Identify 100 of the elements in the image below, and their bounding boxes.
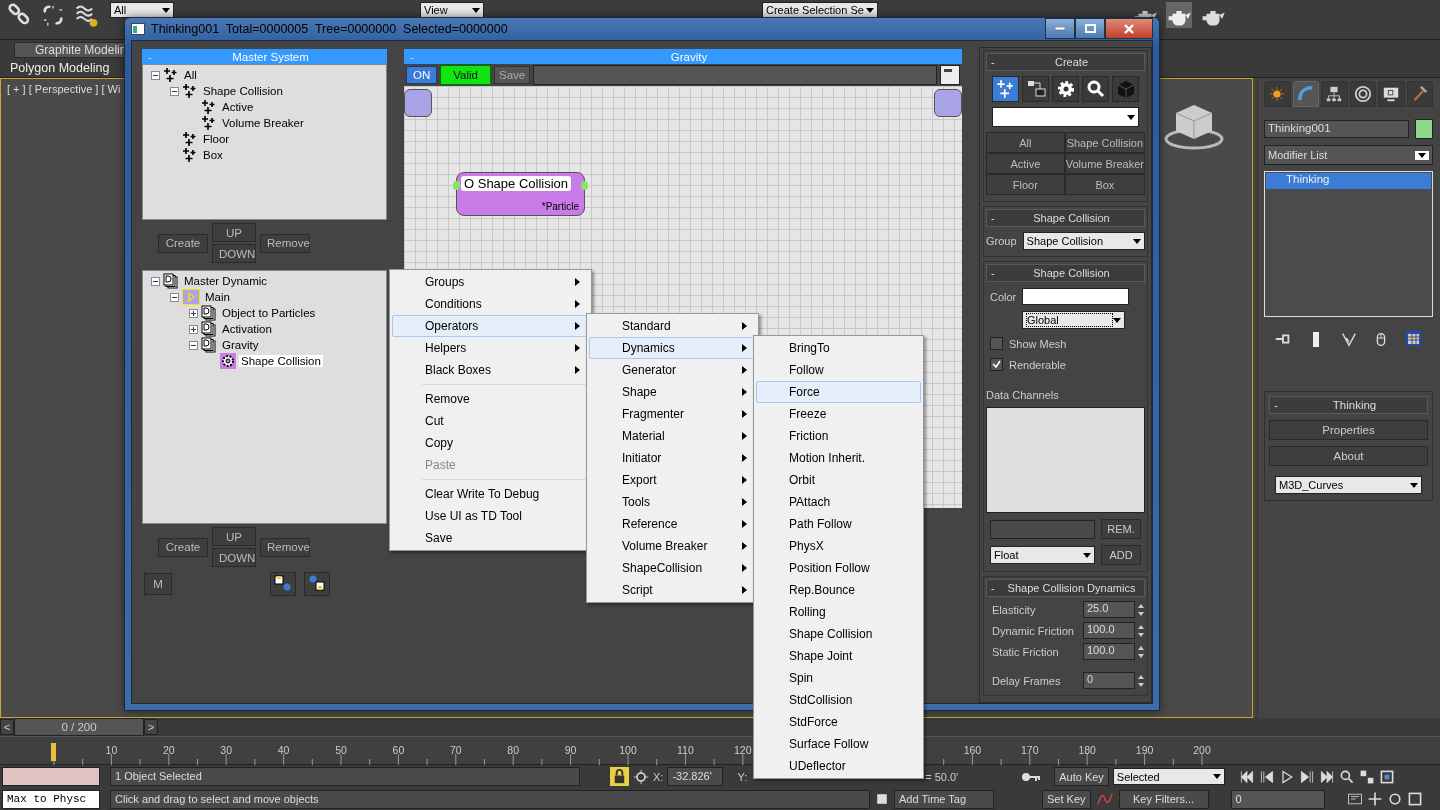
menu-item[interactable]: Friction xyxy=(756,425,921,447)
remove-button[interactable]: Remove xyxy=(260,537,310,557)
tree-item[interactable]: Master Dynamic xyxy=(182,275,270,287)
output-connector[interactable] xyxy=(934,89,962,117)
menu-item[interactable]: Generator xyxy=(589,359,756,381)
rollout-header[interactable]: - Shape Collision xyxy=(986,209,1145,227)
create-button[interactable]: Create xyxy=(158,537,208,557)
m-button[interactable]: M xyxy=(144,573,172,595)
menu-item[interactable]: Follow xyxy=(756,359,921,381)
collapse-toggle[interactable] xyxy=(189,340,198,350)
add-time-tag-button[interactable]: Add Time Tag xyxy=(894,789,994,809)
minimize-button[interactable] xyxy=(1045,18,1075,39)
next-frame-button[interactable]: > xyxy=(144,719,158,735)
filter-button[interactable]: All xyxy=(986,132,1065,153)
key-mode-dropdown[interactable]: Selected xyxy=(1112,768,1225,785)
window-mini-icon[interactable] xyxy=(940,65,960,85)
next-key-icon[interactable] xyxy=(1298,768,1315,785)
collapse-toggle[interactable] xyxy=(170,86,179,96)
previous-frame-button[interactable]: < xyxy=(0,719,14,735)
menu-item[interactable]: PhysX xyxy=(756,535,921,557)
listener-field[interactable] xyxy=(2,767,100,786)
tree-item[interactable]: Volume Breaker xyxy=(220,117,306,129)
tree-item[interactable]: Activation xyxy=(220,323,274,335)
tool-button[interactable] xyxy=(992,76,1019,102)
export-button[interactable] xyxy=(270,572,296,596)
go-to-start-icon[interactable] xyxy=(1238,768,1255,785)
menu-item[interactable]: StdCollision xyxy=(756,689,921,711)
zoom-extents-icon[interactable] xyxy=(1378,768,1395,785)
import-button[interactable] xyxy=(304,572,330,596)
menu-item[interactable]: Volume Breaker xyxy=(589,535,756,557)
collapse-toggle[interactable] xyxy=(151,70,160,80)
previous-key-icon[interactable] xyxy=(1258,768,1275,785)
set-key-button[interactable]: Set Key xyxy=(1042,789,1091,809)
rollout-header[interactable]: - Thinking xyxy=(1269,396,1428,414)
maximize-icon[interactable] xyxy=(1406,791,1423,807)
expand-toggle[interactable] xyxy=(189,324,198,334)
reference-coordinate-dropdown[interactable]: View xyxy=(420,2,484,18)
teapot-icon[interactable] xyxy=(1166,2,1192,28)
table-icon[interactable] xyxy=(1404,329,1424,349)
time-slider-thumb[interactable] xyxy=(51,743,56,761)
checkbox[interactable] xyxy=(990,337,1003,350)
input-connector[interactable] xyxy=(404,89,432,117)
menu-item[interactable]: Shape Collision xyxy=(756,623,921,645)
channel-name-field[interactable] xyxy=(990,519,1095,539)
up-button[interactable]: UP xyxy=(212,527,256,546)
script-listener-field[interactable]: Max to Physc xyxy=(2,789,100,809)
curves-dropdown[interactable]: M3D_Curves xyxy=(1275,476,1422,494)
tree-item[interactable]: Active xyxy=(220,101,256,113)
menu-item[interactable]: Standard xyxy=(589,315,756,337)
tree-item[interactable]: Object to Particles xyxy=(220,307,318,319)
spinner-field[interactable]: 100.0 xyxy=(1083,622,1135,639)
menu-item[interactable]: Motion Inherit. xyxy=(756,447,921,469)
filter-button[interactable]: Volume Breaker xyxy=(1064,153,1145,174)
expression-field[interactable] xyxy=(533,65,937,85)
modifier-item[interactable]: Thinking xyxy=(1266,173,1431,189)
create-button[interactable]: Create xyxy=(158,233,208,253)
filter-button[interactable]: Active xyxy=(986,153,1065,174)
rollout-button[interactable]: Properties xyxy=(1269,420,1428,440)
spinner-field[interactable]: 25.0 xyxy=(1083,601,1135,618)
rollout-button[interactable]: About xyxy=(1269,446,1428,466)
menu-item[interactable]: Rep.Bounce xyxy=(756,579,921,601)
tool-button[interactable] xyxy=(1052,76,1079,102)
menu-item[interactable]: Orbit xyxy=(756,469,921,491)
on-button[interactable]: ON xyxy=(406,66,438,84)
down-button[interactable]: DOWN xyxy=(212,548,256,567)
lock-icon[interactable] xyxy=(610,767,629,786)
zoom-icon[interactable] xyxy=(1338,768,1355,785)
menu-item[interactable]: BringTo xyxy=(756,337,921,359)
viewport-label[interactable]: [ + ] [ Perspective ] [ Wi xyxy=(7,83,121,95)
menu-item[interactable]: Export xyxy=(589,469,756,491)
collapse-toggle[interactable] xyxy=(151,276,160,286)
menu-item[interactable]: Spin xyxy=(756,667,921,689)
current-frame-field[interactable]: 0 xyxy=(1230,789,1325,809)
menu-item[interactable]: Use UI as TD Tool xyxy=(392,505,589,527)
object-name-field[interactable]: Thinking001 xyxy=(1264,120,1409,138)
selection-filter-dropdown[interactable]: All xyxy=(110,2,174,18)
tool-button[interactable] xyxy=(1082,76,1109,102)
tree-item[interactable]: Main xyxy=(203,291,232,303)
menu-item[interactable]: Operators xyxy=(392,315,589,337)
create-dropdown[interactable] xyxy=(992,107,1139,127)
menu-item[interactable]: Material xyxy=(589,425,756,447)
operator-node[interactable]: O Shape Collision *Particle xyxy=(456,172,585,216)
down-button[interactable]: DOWN xyxy=(212,244,256,263)
color-mode-dropdown[interactable]: Global xyxy=(1022,311,1125,329)
modifier-list-dropdown[interactable]: Modifier List xyxy=(1264,145,1433,165)
tree-item[interactable]: Shape Collision xyxy=(201,85,285,97)
menu-item[interactable]: ShapeCollision xyxy=(589,557,756,579)
time-config-icon[interactable] xyxy=(1346,791,1363,807)
menu-item[interactable]: Rolling xyxy=(756,601,921,623)
rollout-header[interactable]: - Shape Collision Dynamics xyxy=(986,579,1145,597)
filter-button[interactable]: Shape Collision xyxy=(1064,132,1145,153)
maximize-button[interactable] xyxy=(1075,18,1105,39)
menu-item[interactable]: Shape Joint xyxy=(756,645,921,667)
time-tag-icon[interactable] xyxy=(874,791,890,807)
tool-button[interactable] xyxy=(1022,76,1049,102)
tree-item[interactable]: Floor xyxy=(201,133,232,145)
menu-item[interactable]: Surface Follow xyxy=(756,733,921,755)
tree-item[interactable]: Gravity xyxy=(220,339,261,351)
menu-item[interactable]: Dynamics xyxy=(589,337,756,359)
remove-channel-button[interactable]: REM. xyxy=(1101,519,1141,539)
